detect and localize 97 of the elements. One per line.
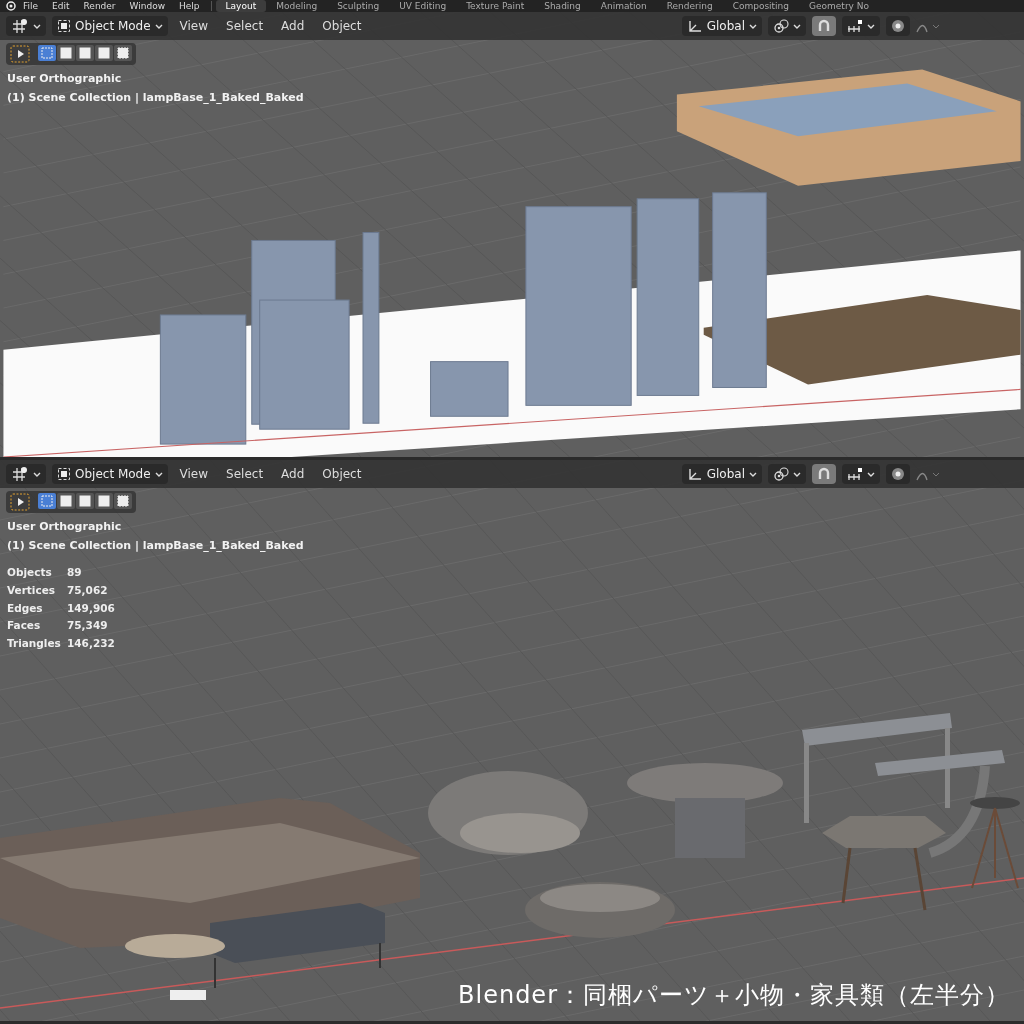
magnet-icon — [817, 19, 831, 33]
stat-value: 75,062 — [67, 582, 109, 598]
chevron-icon — [33, 22, 41, 30]
selection-mode-icon — [98, 47, 110, 59]
editor-type-button[interactable] — [6, 464, 46, 484]
selection-mode-button[interactable] — [57, 493, 75, 509]
pivot-dropdown[interactable] — [768, 16, 806, 36]
menu-item[interactable]: Render — [76, 0, 123, 12]
chevron-icon — [793, 470, 801, 478]
selection-mode-icon — [60, 47, 72, 59]
header-menu-item[interactable]: Select — [220, 465, 270, 483]
select-box-tool-icon[interactable] — [10, 493, 30, 511]
stat-value: 89 — [67, 565, 83, 580]
pivot-dropdown[interactable] — [768, 464, 806, 484]
object-mode-icon — [57, 467, 71, 481]
selection-mode-button[interactable] — [114, 493, 132, 509]
chevron-icon — [867, 22, 875, 30]
snap-increment-icon — [847, 19, 863, 33]
header-menu-item[interactable]: Add — [275, 17, 311, 35]
snap-target-dropdown[interactable] — [842, 464, 880, 484]
chevron-icon — [867, 470, 875, 478]
object-mode-icon — [57, 19, 71, 33]
proportional-edit-icon — [891, 467, 905, 481]
view-name-label: User Orthographic — [7, 519, 123, 535]
workspace-tab[interactable]: Animation — [590, 0, 657, 12]
menu-item[interactable]: File — [16, 0, 46, 12]
caption-text: Blender：同梱パーツ＋小物・家具類（左半分） — [458, 980, 1010, 1011]
chevron-icon — [33, 470, 41, 478]
selection-mode-icon — [79, 495, 91, 507]
snap-toggle[interactable] — [812, 16, 836, 36]
stat-label: Objects — [7, 565, 53, 580]
collection-label: (1) Scene Collection | lampBase_1_Baked_Baked — [7, 538, 305, 554]
workspace-tab[interactable]: UV Editing — [389, 0, 457, 12]
view-name-label: User Orthographic — [7, 71, 123, 87]
proportional-edit-icon — [891, 19, 905, 33]
chevron-icon — [793, 22, 801, 30]
pivot-icon — [773, 18, 789, 34]
workspace-tab[interactable]: Layout — [215, 0, 267, 12]
stat-value: 75,349 — [67, 618, 109, 634]
magnet-icon — [817, 467, 831, 481]
header-menu-item[interactable]: Add — [275, 465, 311, 483]
selection-mode-icon — [41, 495, 53, 507]
editor-type-icon — [11, 18, 29, 34]
selection-mode-icon — [98, 495, 110, 507]
stat-label: Triangles — [7, 636, 62, 651]
workspace-tab[interactable]: Rendering — [656, 0, 723, 12]
selection-mode-icon — [117, 495, 129, 507]
snap-target-dropdown[interactable] — [842, 16, 880, 36]
selection-mode-button[interactable] — [95, 493, 113, 509]
pivot-icon — [773, 466, 789, 482]
header-menu-item[interactable]: Object — [316, 465, 368, 483]
selection-mode-button[interactable] — [114, 45, 132, 61]
selection-mode-icon — [79, 47, 91, 59]
selection-mode-button[interactable] — [76, 493, 94, 509]
chevron-icon — [749, 22, 757, 30]
collection-label: (1) Scene Collection | lampBase_1_Baked_Baked — [7, 90, 305, 106]
selection-mode-icon — [41, 47, 53, 59]
chevron-icon — [749, 470, 757, 478]
menu-item[interactable]: Window — [122, 0, 173, 12]
selection-mode-button[interactable] — [95, 45, 113, 61]
menu-item[interactable]: Edit — [45, 0, 77, 12]
header-menu-item[interactable]: Object — [316, 17, 368, 35]
proportional-edit-toggle[interactable] — [886, 16, 910, 36]
stat-value: 146,232 — [67, 636, 115, 651]
orientation-dropdown[interactable]: Global — [681, 16, 762, 36]
header-menu-item[interactable]: View — [173, 465, 215, 483]
mode-dropdown[interactable]: Object Mode — [52, 464, 168, 484]
snap-toggle[interactable] — [812, 464, 836, 484]
workspace-tab[interactable]: Geometry No — [799, 0, 880, 12]
transform-axes-icon — [686, 466, 703, 482]
menu-item[interactable]: Help — [172, 0, 207, 12]
workspace-tab[interactable]: Modeling — [266, 0, 328, 12]
chevron-icon — [154, 470, 163, 478]
proportional-edit-toggle[interactable] — [886, 464, 910, 484]
header-menu-item[interactable]: View — [173, 17, 215, 35]
stat-label: Edges — [7, 600, 44, 616]
header-menu-item[interactable]: Select — [220, 17, 270, 35]
selection-mode-button[interactable] — [76, 45, 94, 61]
stat-label: Faces — [7, 618, 42, 634]
blender-logo-icon — [6, 1, 16, 11]
snap-increment-icon — [847, 467, 863, 481]
workspace-tab[interactable]: Texture Paint — [456, 0, 535, 12]
workspace-tab[interactable]: Sculpting — [327, 0, 390, 12]
orientation-dropdown[interactable]: Global — [681, 464, 762, 484]
stat-label: Vertices — [7, 582, 57, 598]
selection-mode-icon — [60, 495, 72, 507]
selection-mode-button[interactable] — [57, 45, 75, 61]
chevron-icon — [154, 22, 163, 30]
editor-type-icon — [11, 466, 29, 482]
stat-value: 149,906 — [67, 600, 115, 616]
workspace-tab[interactable]: Shading — [534, 0, 591, 12]
transform-axes-icon — [686, 18, 703, 34]
workspace-tab[interactable]: Compositing — [722, 0, 800, 12]
editor-type-button[interactable] — [6, 16, 46, 36]
selection-mode-icon — [117, 47, 129, 59]
select-box-tool-icon[interactable] — [10, 45, 30, 63]
mode-dropdown[interactable]: Object Mode — [52, 16, 168, 36]
